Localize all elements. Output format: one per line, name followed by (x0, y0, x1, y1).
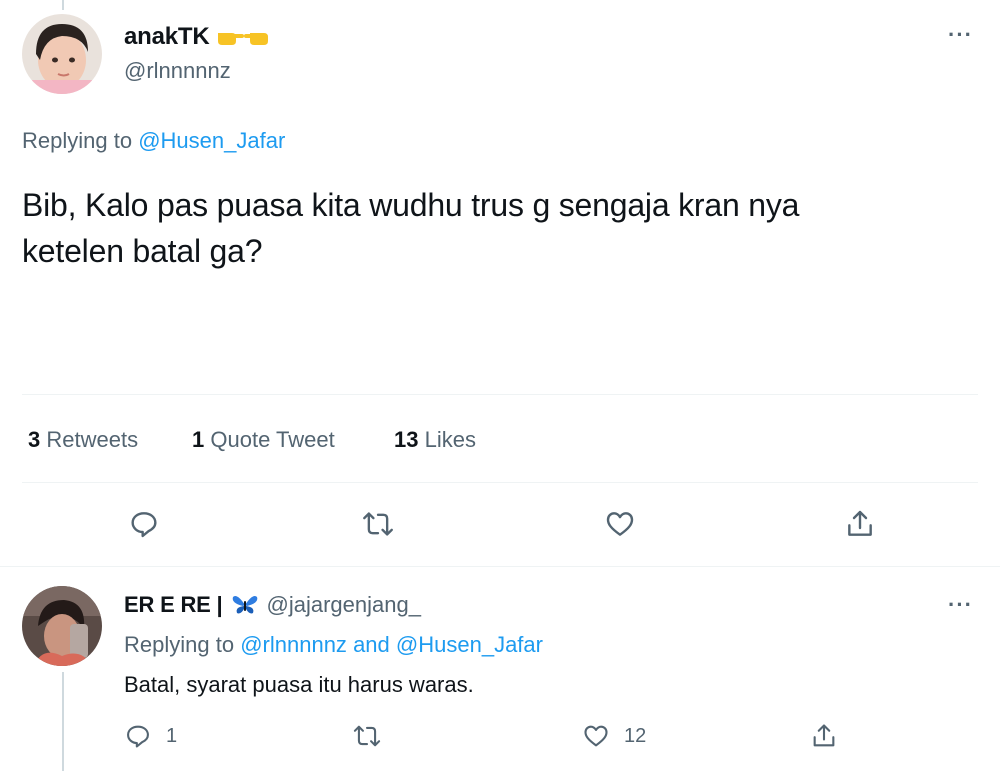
divider (22, 482, 978, 483)
reply-icon[interactable] (128, 508, 160, 540)
retweets-count: 3 (28, 427, 41, 452)
like-icon[interactable] (604, 508, 636, 540)
replying-to-handle[interactable]: @Husen_Jafar (138, 128, 285, 153)
quote-tweets-stat[interactable]: 1 Quote Tweet (192, 427, 335, 453)
reply-author-name[interactable]: ER E RE | (124, 592, 223, 618)
share-icon[interactable] (844, 508, 876, 540)
likes-count: 13 (394, 427, 419, 452)
reply-author-row[interactable]: ER E RE | @jajargenjang_ (124, 590, 421, 620)
replying-prefix: Replying to (124, 632, 235, 657)
retweets-label: Retweets (46, 427, 139, 452)
divider (0, 566, 1000, 567)
reply-replying-to: Replying to @rlnnnnnz and @Husen_Jafar (124, 632, 543, 658)
replying-to-handle[interactable]: @rlnnnnnz (240, 632, 347, 657)
replying-and: and (353, 632, 390, 657)
likes-label: Likes (424, 427, 476, 452)
divider (22, 394, 978, 395)
retweets-stat[interactable]: 3 Retweets (28, 427, 138, 453)
like-icon[interactable] (582, 722, 610, 750)
thread-line (62, 672, 64, 771)
reply-reply-action[interactable]: 1 (124, 722, 177, 750)
tweet-text-line: Bib, Kalo pas puasa kita wudhu trus g se… (22, 187, 800, 223)
reply-author-handle[interactable]: @jajargenjang_ (267, 592, 421, 618)
reply-like-action[interactable]: 12 (582, 722, 646, 750)
likes-stat[interactable]: 13 Likes (394, 427, 476, 453)
retweet-icon[interactable] (361, 508, 395, 540)
share-icon[interactable] (810, 722, 838, 750)
butterfly-icon (231, 593, 259, 617)
thread-line-top (62, 0, 64, 10)
author-name-row[interactable]: anakTK (124, 22, 276, 52)
replying-to-handle[interactable]: @Husen_Jafar (396, 632, 543, 657)
reply-icon[interactable] (124, 722, 152, 750)
quotes-count: 1 (192, 427, 205, 452)
replying-to: Replying to @Husen_Jafar (22, 128, 285, 154)
replying-prefix: Replying to (22, 128, 133, 153)
pointing-hand-icon (214, 25, 276, 49)
like-count: 12 (624, 724, 647, 747)
quotes-label: Quote Tweet (210, 427, 335, 452)
retweet-icon[interactable] (352, 722, 382, 750)
tweet-text: Bib, Kalo pas puasa kita wudhu trus g se… (22, 182, 799, 274)
author-name[interactable]: anakTK (124, 23, 210, 51)
reply-text: Batal, syarat puasa itu harus waras. (124, 672, 474, 697)
reply-more-options-icon[interactable]: ··· (948, 592, 973, 618)
more-options-icon[interactable]: ··· (948, 22, 973, 48)
author-handle[interactable]: @rlnnnnnz (124, 58, 231, 84)
tweet-text-line: ketelen batal ga? (22, 233, 263, 269)
author-avatar[interactable] (22, 14, 102, 94)
reply-count: 1 (166, 724, 178, 747)
reply-author-avatar[interactable] (22, 586, 102, 666)
